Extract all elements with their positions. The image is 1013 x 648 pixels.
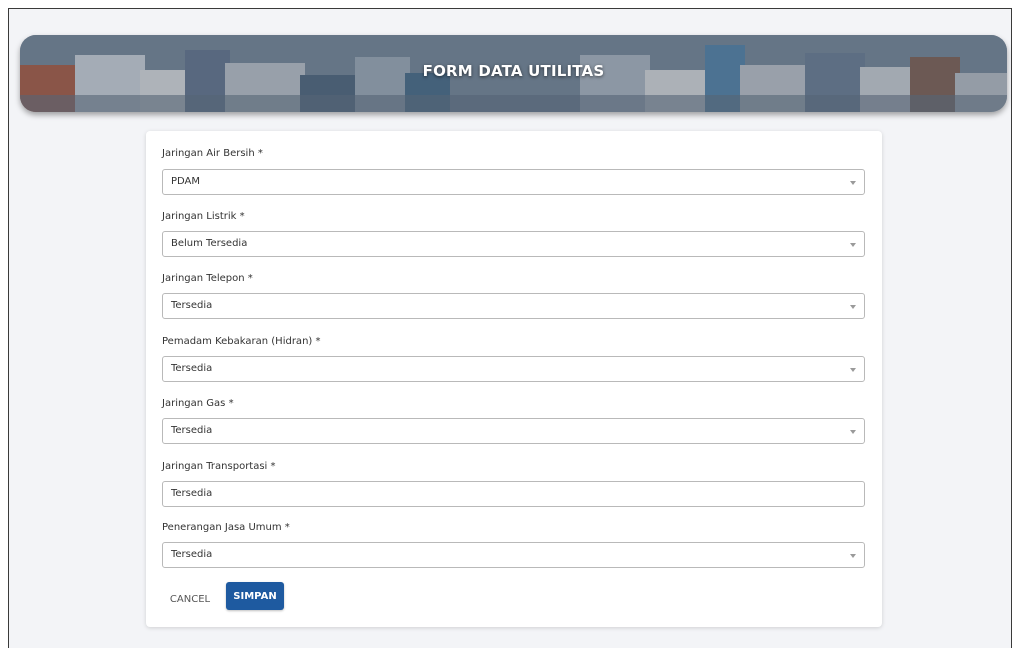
input-jaringan-transportasi[interactable]: Tersedia — [162, 481, 865, 507]
label-jaringan-listrik: Jaringan Listrik * — [162, 211, 245, 222]
save-button[interactable]: SIMPAN — [226, 582, 284, 610]
header-banner: FORM DATA UTILITAS — [20, 35, 1007, 112]
label-pemadam-kebakaran: Pemadam Kebakaran (Hidran) * — [162, 336, 321, 347]
select-value: Tersedia — [171, 363, 213, 374]
label-jaringan-gas: Jaringan Gas * — [162, 398, 234, 409]
chevron-down-icon — [850, 243, 856, 247]
select-jaringan-telepon[interactable]: Tersedia — [162, 293, 865, 319]
select-value: Tersedia — [171, 425, 213, 436]
select-jaringan-listrik[interactable]: Belum Tersedia — [162, 231, 865, 257]
select-pemadam-kebakaran[interactable]: Tersedia — [162, 356, 865, 382]
page-title: FORM DATA UTILITAS — [422, 62, 605, 80]
select-jaringan-air-bersih[interactable]: PDAM — [162, 169, 865, 195]
select-value: PDAM — [171, 176, 201, 187]
label-penerangan-jasa-umum: Penerangan Jasa Umum * — [162, 522, 290, 533]
label-jaringan-air-bersih: Jaringan Air Bersih * — [162, 148, 263, 159]
chevron-down-icon — [850, 305, 856, 309]
select-value: Tersedia — [171, 549, 213, 560]
chevron-down-icon — [850, 368, 856, 372]
input-value: Tersedia — [171, 488, 213, 499]
select-penerangan-jasa-umum[interactable]: Tersedia — [162, 542, 865, 568]
select-value: Belum Tersedia — [171, 238, 248, 249]
label-jaringan-telepon: Jaringan Telepon * — [162, 273, 253, 284]
chevron-down-icon — [850, 554, 856, 558]
chevron-down-icon — [850, 430, 856, 434]
form-card: Jaringan Air Bersih * PDAM Jaringan List… — [146, 131, 882, 627]
chevron-down-icon — [850, 181, 856, 185]
cancel-button[interactable]: CANCEL — [162, 585, 218, 613]
label-jaringan-transportasi: Jaringan Transportasi * — [162, 461, 276, 472]
select-jaringan-gas[interactable]: Tersedia — [162, 418, 865, 444]
select-value: Tersedia — [171, 300, 213, 311]
